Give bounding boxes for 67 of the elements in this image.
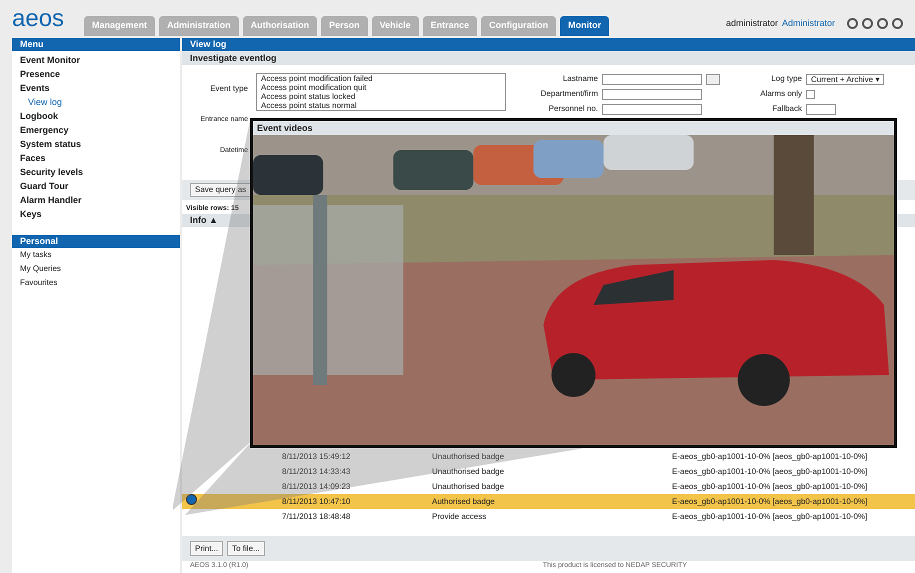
video-title: Event videos <box>256 122 314 135</box>
section-title: Investigate eventlog <box>182 51 915 65</box>
sidebar-header: Menu <box>12 38 180 51</box>
menu-item[interactable]: Favourites <box>12 276 180 290</box>
text-field[interactable] <box>602 88 702 100</box>
list-option: Access point modification quit <box>261 83 501 92</box>
field-label: Lastname <box>562 73 598 85</box>
list-option: Access point status locked <box>261 92 501 101</box>
text-field[interactable] <box>602 74 702 84</box>
menu-item[interactable]: Presence <box>12 67 180 81</box>
table-cell-text: Unauthorised badge <box>432 480 506 492</box>
menu-item[interactable]: Faces <box>12 151 180 165</box>
text-field[interactable] <box>602 104 702 114</box>
list-option: Access point status normal <box>261 101 501 110</box>
sidebar-header: Personal <box>12 235 180 248</box>
user-role: Administrator <box>782 16 835 30</box>
table-cell-text: 7/11/2013 18:48:48 <box>282 510 352 522</box>
menu-item[interactable]: Emergency <box>12 123 180 137</box>
table-cell-text: 8/11/2013 14:33:43 <box>282 466 352 478</box>
logo: aeos <box>12 4 64 34</box>
table-cell-text: 8/11/2013 15:49:12 <box>282 450 352 462</box>
menu-item[interactable]: System status <box>12 137 180 151</box>
action-button[interactable]: To file... <box>227 541 265 556</box>
menu-item[interactable]: Guard Tour <box>12 179 180 193</box>
table-cell-text: Unauthorised badge <box>432 466 506 478</box>
table-cell-text: 8/11/2013 10:47:10 <box>282 496 352 508</box>
menu-item[interactable]: Security levels <box>12 165 180 179</box>
log-row[interactable]: 8/11/2013 15:49:12 Unauthorised badge E-aeos_gb0-ap1001-10-0% [aeos_gb0-ap1001-10-0%] <box>182 449 915 464</box>
menu-item[interactable]: Event Monitor <box>12 53 180 67</box>
fallback-select[interactable] <box>806 104 836 114</box>
field-label: Log type <box>770 73 802 85</box>
table-cell-text: Unauthorised badge <box>432 450 506 462</box>
menu-item[interactable]: Events <box>12 81 180 95</box>
action-button[interactable]: Print... <box>190 541 224 556</box>
field-label: Personnel no. <box>548 103 598 115</box>
save-query-button[interactable]: Save query as <box>190 183 252 197</box>
nav-tab[interactable]: Monitor <box>560 16 610 36</box>
alarms-checkbox[interactable] <box>806 90 815 98</box>
field-label: Event type <box>210 83 248 95</box>
user-name: administrator <box>726 16 778 30</box>
table-cell: E-aeos_gb0-ap1001-10-0% [aeos_gb0-ap1001-10-0%] <box>672 480 868 492</box>
field-label: Fallback <box>771 103 802 115</box>
table-cell-text: Provide access <box>432 510 488 522</box>
menu-item[interactable]: My Queries <box>12 262 180 276</box>
field-label: Alarms only <box>759 88 802 100</box>
table-cell-text: 8/11/2013 14:09:23 <box>282 480 352 492</box>
log-row[interactable]: 8/11/2013 14:09:23 Unauthorised badge E-aeos_gb0-ap1001-10-0% [aeos_gb0-ap1001-10-0%] <box>182 479 915 494</box>
menu-item[interactable]: Logbook <box>12 109 180 123</box>
menu-item[interactable]: Alarm Handler <box>12 193 180 207</box>
menu-item[interactable]: My tasks <box>12 248 180 262</box>
page-title: View log <box>182 38 915 51</box>
table-cell: E-aeos_gb0-ap1001-10-0% [aeos_gb0-ap1001-10-0%] <box>672 450 868 462</box>
log-row[interactable]: 7/11/2013 18:48:48 Provide access E-aeos_gb0-ap1001-10-0% [aeos_gb0-ap1001-10-0%] <box>182 509 915 524</box>
menu-item[interactable]: Keys <box>12 207 180 221</box>
lookup-button[interactable] <box>706 74 720 84</box>
log-row[interactable]: 8/11/2013 10:47:10 Authorised badge E-aeos_gb0-ap1001-10-0% [aeos_gb0-ap1001-10-0%] <box>182 494 915 509</box>
table-cell: E-aeos_gb0-ap1001-10-0% [aeos_gb0-ap1001-10-0%] <box>672 510 868 522</box>
table-cell: E-aeos_gb0-ap1001-10-0% [aeos_gb0-ap1001-10-0%] <box>672 496 868 508</box>
event-type-list[interactable]: Access point modification failed Access point modification quit Access point status locked Access point status normal <box>256 73 506 111</box>
menu-item[interactable]: View log <box>12 95 180 109</box>
list-option: Access point modification failed <box>261 74 501 83</box>
table-cell-text: Authorised badge <box>432 496 496 508</box>
field-label: Department/firm <box>540 88 598 100</box>
column-header[interactable]: Info ▲ <box>190 215 218 225</box>
log-type-select[interactable]: Current + Archive ▾ <box>806 74 884 84</box>
log-row[interactable]: 8/11/2013 14:33:43 Unauthorised badge E-aeos_gb0-ap1001-10-0% [aeos_gb0-ap1001-10-0%] <box>182 464 915 479</box>
table-cell: E-aeos_gb0-ap1001-10-0% [aeos_gb0-ap1001-10-0%] <box>672 466 868 478</box>
